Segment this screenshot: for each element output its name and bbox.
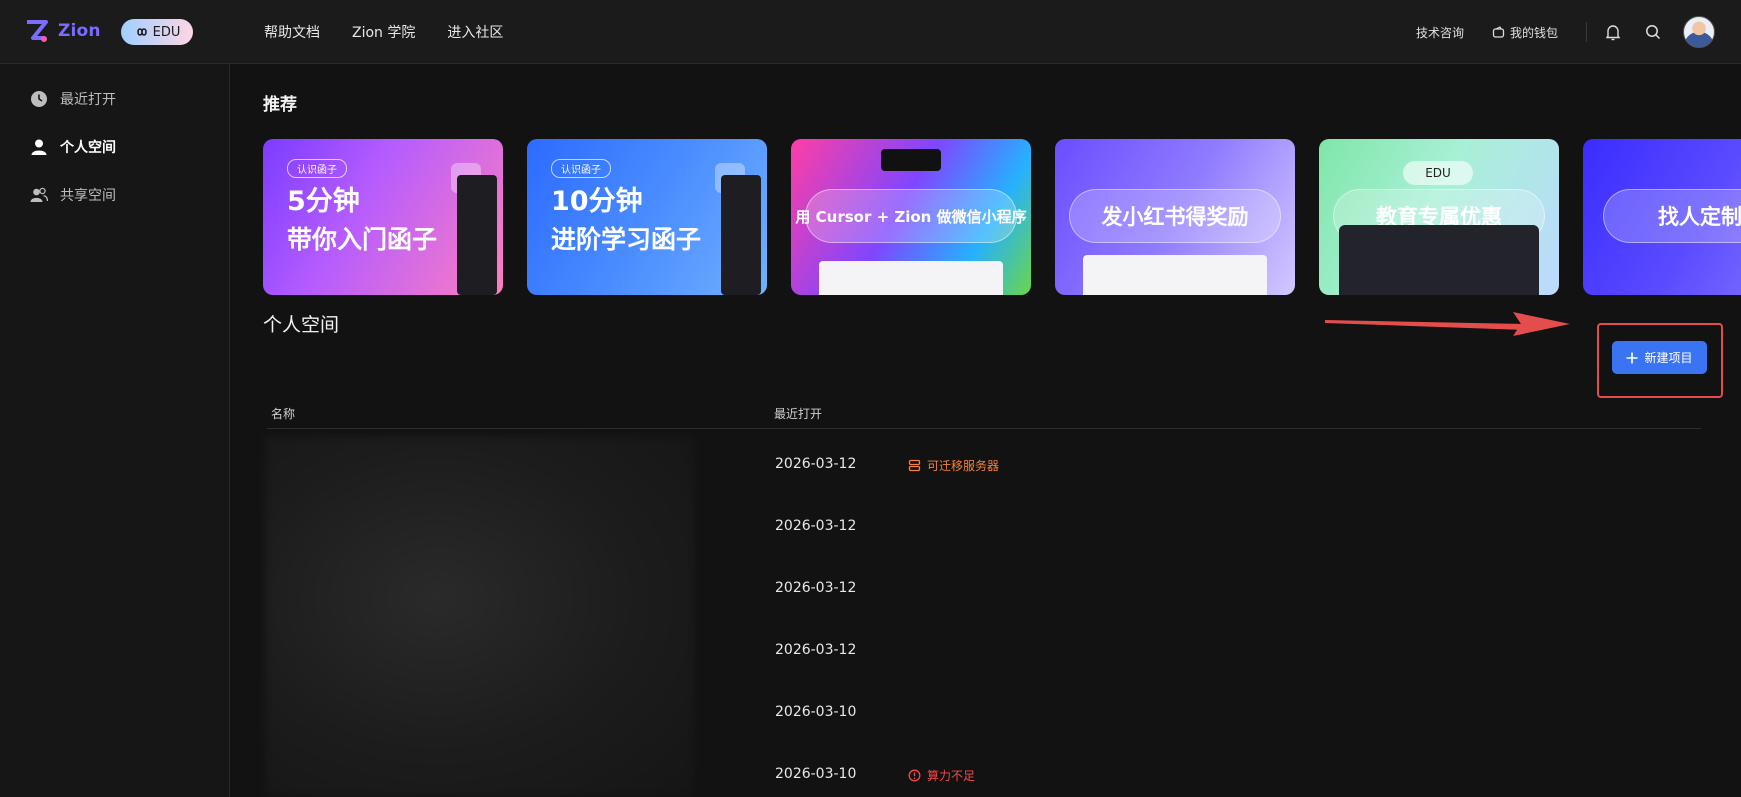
sidebar-item-label: 个人空间 [60, 140, 116, 156]
nav-zion-academy[interactable]: Zion 学院 [352, 22, 415, 42]
sidebar-item-label: 共享空间 [60, 188, 116, 204]
brand-name: Zion [58, 21, 101, 41]
row-date: 2026-03-10 [775, 766, 857, 782]
clock-icon [31, 91, 47, 107]
table-row[interactable]: 2026-03-12 [231, 580, 1741, 642]
table-row[interactable]: 2026-03-12 [231, 518, 1741, 580]
edu-label: EDU [152, 24, 181, 40]
zion-logo[interactable]: Zion [24, 18, 101, 44]
sidebar-item-shared[interactable]: 共享空间 [30, 185, 116, 205]
column-header-last-opened[interactable]: 最近打开 [774, 405, 822, 422]
recommend-title: 推荐 [263, 95, 297, 115]
users-icon [30, 187, 48, 202]
avatar[interactable] [1683, 16, 1715, 48]
row-date: 2026-03-12 [775, 642, 857, 658]
personal-space-title: 个人空间 [263, 314, 340, 336]
divider [267, 428, 1701, 429]
infinity-icon [136, 28, 147, 36]
main-content: 推荐 认识函子 5分钟 带你入门函子 认识函子 10分钟 进阶学习函子 用 Cu… [231, 64, 1741, 797]
table-row[interactable]: 2026-03-10 [231, 704, 1741, 766]
top-nav: 帮助文档 Zion 学院 进入社区 [264, 22, 503, 42]
server-icon [908, 459, 921, 472]
row-date: 2026-03-10 [775, 704, 857, 720]
sidebar-item-label: 最近打开 [60, 92, 116, 108]
status-badge: 算力不足 [908, 767, 975, 784]
banner-heading: 10分钟 [551, 186, 643, 217]
screen-mockup [1339, 225, 1539, 295]
banner-tag: 认识函子 [551, 159, 611, 178]
user-icon [31, 139, 47, 155]
nav-help-docs[interactable]: 帮助文档 [264, 22, 320, 42]
recommend-carousel: 认识函子 5分钟 带你入门函子 认识函子 10分钟 进阶学习函子 用 Curso… [263, 139, 1741, 296]
sidebar: 最近打开 个人空间 共享空间 [0, 64, 230, 797]
table-row[interactable]: 2026-03-10 算力不足 [231, 766, 1741, 797]
edu-badge: EDU [1403, 161, 1473, 185]
banner-subheading: 进阶学习函子 [551, 225, 702, 254]
wallet-link[interactable]: 我的钱包 [1492, 24, 1558, 41]
banner-subheading: 带你入门函子 [287, 225, 438, 254]
row-date: 2026-03-12 [775, 580, 857, 596]
plus-icon [1626, 352, 1638, 363]
wallet-label: 我的钱包 [1509, 25, 1558, 40]
tech-consult-link[interactable]: 技术咨询 [1416, 24, 1464, 41]
sidebar-item-personal[interactable]: 个人空间 [30, 137, 116, 157]
edu-badge[interactable]: EDU [121, 19, 193, 45]
screen-mockup [721, 175, 761, 295]
new-project-label: 新建项目 [1644, 351, 1693, 365]
banner-card[interactable]: 找人定制 [1583, 139, 1741, 295]
row-date: 2026-03-12 [775, 518, 857, 534]
screen-mockup [819, 261, 1003, 295]
banner-card[interactable]: 用 Cursor + Zion 做微信小程序 [791, 139, 1031, 295]
screen-mockup [457, 175, 497, 295]
sidebar-item-recent[interactable]: 最近打开 [30, 89, 116, 109]
top-right-actions: 技术咨询 我的钱包 [1416, 0, 1741, 64]
zion-logo-icon [27, 20, 48, 42]
status-badge: 可迁移服务器 [908, 457, 999, 474]
screen-mockup [1083, 255, 1267, 295]
banner-caption: 用 Cursor + Zion 做微信小程序 [795, 189, 1027, 243]
banner-card[interactable]: 发小红书得奖励 [1055, 139, 1295, 295]
divider [1586, 22, 1587, 42]
column-header-name[interactable]: 名称 [271, 405, 295, 422]
banner-caption: 发小红书得奖励 [1069, 189, 1281, 243]
search-icon[interactable] [1643, 22, 1663, 42]
alert-icon [908, 769, 921, 782]
table-row[interactable]: 2026-03-12 可迁移服务器 [231, 456, 1741, 518]
banner-tag: 认识函子 [287, 159, 347, 178]
arrow-annotation-icon [1325, 312, 1570, 336]
logos-icon [881, 149, 941, 171]
wallet-icon [1492, 25, 1505, 38]
status-text: 可迁移服务器 [927, 459, 1000, 473]
bell-icon[interactable] [1603, 22, 1623, 42]
banner-caption: 找人定制 [1603, 189, 1741, 243]
row-date: 2026-03-12 [775, 456, 857, 472]
nav-community[interactable]: 进入社区 [447, 22, 503, 42]
banner-card[interactable]: 认识函子 10分钟 进阶学习函子 [527, 139, 767, 295]
banner-card[interactable]: EDU 教育专属优惠 [1319, 139, 1559, 295]
new-project-button[interactable]: 新建项目 [1612, 341, 1707, 374]
banner-card[interactable]: 认识函子 5分钟 带你入门函子 [263, 139, 503, 295]
table-row[interactable]: 2026-03-12 [231, 642, 1741, 704]
banner-heading: 5分钟 [287, 186, 360, 217]
tech-consult-label: 技术咨询 [1415, 25, 1464, 40]
top-bar: Zion EDU 帮助文档 Zion 学院 进入社区 技术咨询 我的钱包 [0, 0, 1741, 64]
status-text: 算力不足 [927, 769, 976, 783]
